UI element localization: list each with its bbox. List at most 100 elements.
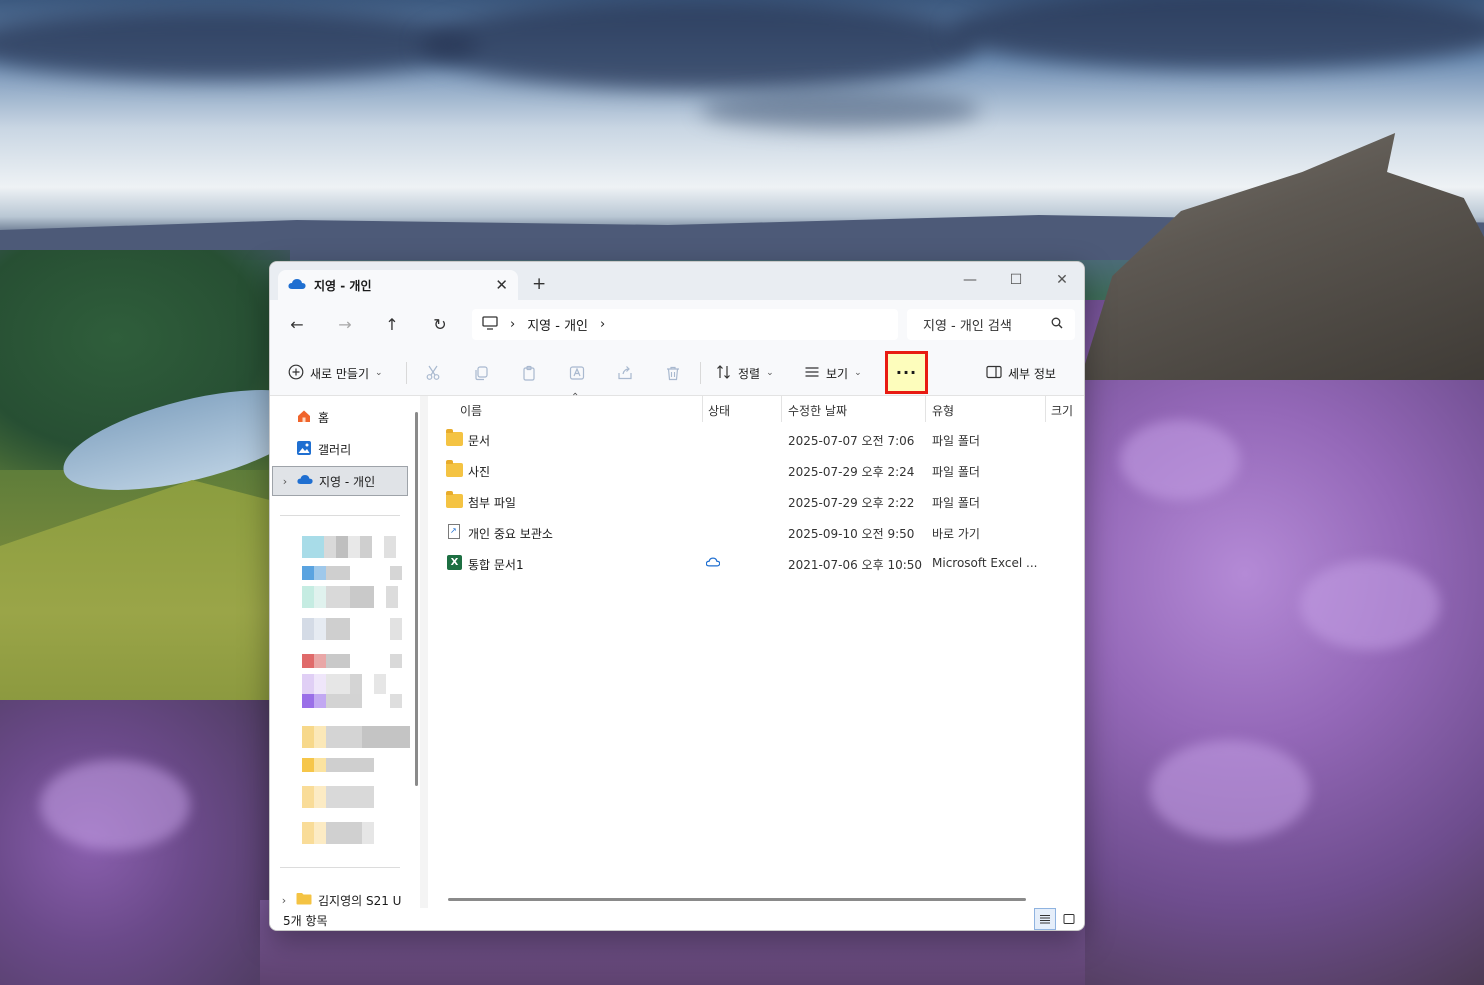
sort-icon [716, 364, 732, 383]
file-row[interactable]: 첨부 파일 2025-07-29 오후 2:22 파일 폴더 [428, 486, 1084, 517]
file-modified-date: 2025-07-29 오후 2:22 [788, 496, 915, 510]
rename-icon[interactable] [566, 362, 588, 384]
sidebar-item-label: 갤러리 [318, 442, 352, 457]
file-modified-date: 2025-07-07 오전 7:06 [788, 434, 915, 448]
command-bar: 새로 만들기 ⌄ 정렬 ⌄ 보기 ⌄ ··· 세부 정보 [270, 350, 1084, 396]
toolbar-divider [700, 362, 701, 384]
column-divider[interactable] [702, 396, 703, 422]
redacted-item[interactable] [302, 536, 396, 558]
redacted-item[interactable] [302, 654, 402, 668]
sidebar-item-label: 지영 - 개인 [319, 474, 376, 489]
up-button[interactable]: ↑ [378, 313, 406, 337]
new-button-label: 새로 만들기 [310, 366, 370, 381]
home-icon [296, 408, 312, 427]
file-name: 첨부 파일 [468, 496, 516, 510]
close-button[interactable]: ✕ [1039, 266, 1084, 294]
column-header-type[interactable]: 유형 [932, 402, 954, 419]
cut-icon[interactable] [422, 362, 444, 384]
forward-button[interactable]: → [331, 313, 359, 337]
redacted-item[interactable] [302, 786, 374, 808]
minimize-button[interactable]: — [947, 266, 993, 294]
view-button-label: 보기 [826, 366, 849, 381]
column-divider[interactable] [1045, 396, 1046, 422]
sidebar-scrollbar[interactable] [415, 412, 418, 786]
file-type: 바로 가기 [932, 527, 980, 541]
folder-icon [446, 429, 463, 446]
column-header-status[interactable]: 상태 [708, 402, 730, 419]
column-header-name[interactable]: 이름 [460, 402, 482, 419]
wallpaper-heather [40, 760, 190, 850]
file-type: 파일 폴더 [932, 496, 980, 510]
details-view-button[interactable] [1034, 908, 1056, 930]
sidebar-item-gallery[interactable]: 갤러리 [272, 434, 408, 464]
folder-icon [446, 491, 463, 508]
chevron-down-icon: ⌄ [375, 368, 383, 378]
view-button[interactable]: 보기 ⌄ [798, 358, 868, 388]
redacted-item[interactable] [302, 618, 402, 640]
share-icon[interactable] [614, 362, 636, 384]
redacted-item[interactable] [302, 726, 410, 748]
back-button[interactable]: ← [283, 313, 311, 337]
title-bar: 지영 - 개인 ✕ + — ☐ ✕ [270, 262, 1084, 300]
wallpaper-cloud [420, 0, 980, 90]
sidebar-item-label: 김지영의 S21 U [318, 893, 402, 908]
redacted-item[interactable] [302, 822, 374, 844]
refresh-button[interactable]: ↻ [426, 313, 454, 337]
file-type: Microsoft Excel ... [932, 556, 1038, 570]
delete-icon[interactable] [662, 362, 684, 384]
sidebar-item-home[interactable]: 홈 [272, 402, 408, 432]
details-pane-icon [986, 365, 1002, 382]
file-name: 문서 [468, 434, 491, 448]
file-name: 통합 문서1 [468, 558, 524, 572]
navigation-pane: 홈 갤러리 › 지영 - 개인 › 김지영의 S21 U [270, 396, 420, 911]
tab-close-icon[interactable]: ✕ [495, 276, 508, 294]
redacted-item[interactable] [302, 694, 402, 708]
onedrive-icon [288, 278, 306, 293]
sidebar-item-label: 홈 [318, 410, 330, 425]
folder-icon [446, 460, 463, 477]
column-divider[interactable] [925, 396, 926, 422]
status-bar: 5개 항목 [270, 908, 1084, 930]
sidebar-item-onedrive[interactable]: › 지영 - 개인 [272, 466, 408, 496]
file-modified-date: 2025-07-29 오후 2:24 [788, 465, 915, 479]
file-modified-date: 2025-09-10 오전 9:50 [788, 527, 915, 541]
plus-circle-icon [288, 364, 304, 383]
pane-splitter[interactable] [420, 396, 428, 911]
redacted-item[interactable] [302, 586, 398, 608]
paste-icon[interactable] [518, 362, 540, 384]
address-bar[interactable]: › 지영 - 개인 › [472, 309, 898, 340]
tab-onedrive[interactable]: 지영 - 개인 ✕ [278, 270, 518, 300]
new-tab-button[interactable]: + [532, 274, 546, 294]
sort-button[interactable]: 정렬 ⌄ [710, 358, 780, 388]
gallery-icon [296, 440, 312, 459]
file-row[interactable]: 문서 2025-07-07 오전 7:06 파일 폴더 [428, 424, 1084, 455]
redacted-item[interactable] [302, 566, 402, 580]
file-row[interactable]: X 통합 문서1 2021-07-06 오후 10:50 Microsoft Exce… [428, 548, 1084, 579]
navigation-bar: ← → ↑ ↻ › 지영 - 개인 › 지영 - 개인 검색 [270, 300, 1084, 350]
search-placeholder: 지영 - 개인 검색 [923, 319, 1012, 334]
file-row[interactable]: 개인 중요 보관소 2025-09-10 오전 9:50 바로 가기 [428, 517, 1084, 548]
redacted-item[interactable] [302, 758, 374, 772]
view-list-icon [804, 364, 820, 383]
see-more-button[interactable]: ··· [885, 351, 928, 394]
maximize-button[interactable]: ☐ [993, 266, 1039, 294]
tiles-view-button[interactable] [1058, 908, 1080, 930]
file-row[interactable]: 사진 2025-07-29 오후 2:24 파일 폴더 [428, 455, 1084, 486]
breadcrumb-separator[interactable]: › [600, 317, 605, 332]
details-button[interactable]: 세부 정보 [980, 358, 1062, 388]
column-header-modified[interactable]: 수정한 날짜 [788, 402, 847, 419]
column-divider[interactable] [781, 396, 782, 422]
sort-ascending-icon: ⌃ [571, 392, 580, 403]
file-explorer-window: 지영 - 개인 ✕ + — ☐ ✕ ← → ↑ ↻ › 지영 - 개인 › 지영… [269, 261, 1085, 931]
search-box[interactable]: 지영 - 개인 검색 [907, 309, 1075, 340]
expand-chevron-icon[interactable]: › [272, 894, 296, 907]
wallpaper-heather [1120, 420, 1240, 500]
column-header-size[interactable]: 크기 [1051, 402, 1073, 419]
horizontal-scrollbar[interactable] [448, 898, 1026, 901]
redacted-item[interactable] [302, 674, 386, 696]
new-button[interactable]: 새로 만들기 ⌄ [282, 358, 389, 388]
breadcrumb-onedrive[interactable]: 지영 - 개인 [527, 315, 588, 334]
expand-chevron-icon[interactable]: › [273, 475, 297, 488]
breadcrumb-separator[interactable]: › [510, 317, 515, 332]
copy-icon[interactable] [470, 362, 492, 384]
